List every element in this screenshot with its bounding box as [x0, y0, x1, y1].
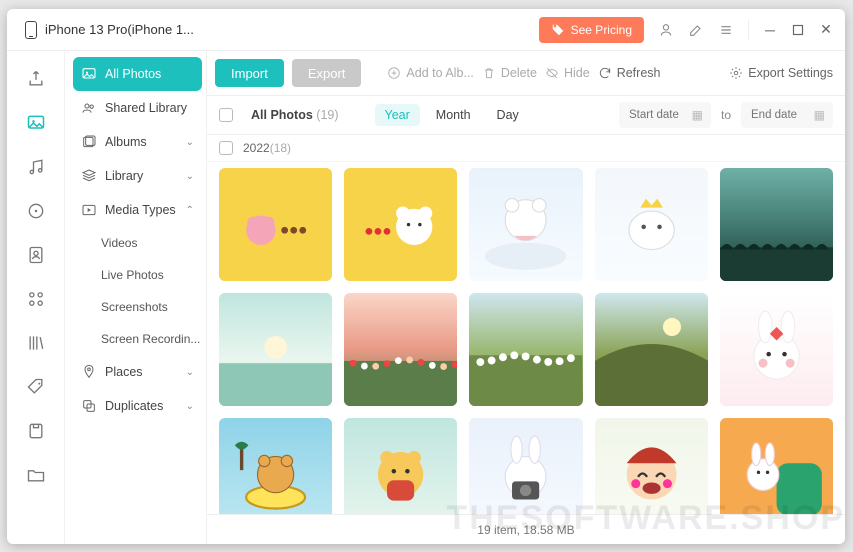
group-checkbox[interactable]	[219, 141, 233, 155]
thumbnail[interactable]	[595, 293, 708, 406]
books-icon[interactable]	[26, 333, 46, 353]
media-sub-item[interactable]: Videos	[73, 227, 202, 259]
sidebar-label: Albums	[105, 135, 147, 149]
device-icon	[25, 21, 37, 39]
thumbnail[interactable]	[219, 418, 332, 514]
group-count: (18)	[270, 141, 291, 155]
hide-button[interactable]: Hide	[545, 66, 590, 80]
chevron-down-icon: ⌄	[186, 367, 194, 378]
pin-icon	[81, 364, 97, 380]
layers-icon	[81, 168, 97, 184]
thumbnail[interactable]	[595, 418, 708, 514]
sidebar-media-types[interactable]: Media Types ⌃	[73, 193, 202, 227]
thumbnail[interactable]	[344, 418, 457, 514]
media-sub-item[interactable]: Screenshots	[73, 291, 202, 323]
chevron-up-icon: ⌃	[186, 205, 194, 216]
thumbnail[interactable]	[469, 293, 582, 406]
filter-title: All Photos	[251, 108, 313, 122]
media-sub-item[interactable]: Screen Recordin...	[73, 323, 202, 355]
close-button[interactable]: ✕	[819, 24, 833, 36]
import-button[interactable]: Import	[215, 59, 284, 87]
thumbnail[interactable]	[469, 418, 582, 514]
export-button[interactable]: Export	[292, 59, 362, 87]
segment-day[interactable]: Day	[487, 104, 529, 126]
menu-icon[interactable]	[718, 22, 734, 38]
filter-bar: All Photos (19) Year Month Day ▦ to ▦	[207, 96, 845, 135]
sidebar-places[interactable]: Places ⌄	[73, 355, 202, 389]
edit-icon[interactable]	[688, 22, 704, 38]
photo-icon	[81, 66, 97, 82]
box-icon[interactable]	[26, 421, 46, 441]
thumbnail[interactable]	[219, 168, 332, 281]
sidebar-label: Shared Library	[105, 101, 187, 115]
left-rail	[7, 51, 65, 544]
people-icon	[81, 100, 97, 116]
maximize-button[interactable]	[791, 24, 805, 36]
segment-year[interactable]: Year	[375, 104, 420, 126]
sidebar-library[interactable]: Library ⌄	[73, 159, 202, 193]
media-icon	[81, 202, 97, 218]
sidebar-duplicates[interactable]: Duplicates ⌄	[73, 389, 202, 423]
calendar-icon: ▦	[692, 108, 703, 122]
thumbnail[interactable]	[344, 293, 457, 406]
media-sub-item[interactable]: Live Photos	[73, 259, 202, 291]
thumbnail[interactable]	[720, 293, 833, 406]
to-label: to	[721, 108, 731, 122]
minimize-button[interactable]: ─	[763, 24, 777, 36]
see-pricing-button[interactable]: See Pricing	[539, 17, 644, 43]
pricing-label: See Pricing	[571, 23, 632, 37]
disc-icon[interactable]	[26, 201, 46, 221]
music-icon[interactable]	[26, 157, 46, 177]
sidebar-label: Places	[105, 365, 143, 379]
thumbnail[interactable]	[469, 168, 582, 281]
export-settings-button[interactable]: Export Settings	[729, 66, 833, 80]
sidebar-label: Duplicates	[105, 399, 163, 413]
photos-icon[interactable]	[26, 113, 46, 133]
duplicate-icon	[81, 398, 97, 414]
toolbar: Import Export Add to Alb... Delete Hide …	[207, 51, 845, 96]
sidebar-albums[interactable]: Albums ⌄	[73, 125, 202, 159]
sidebar: All Photos Shared Library Albums ⌄ Libra…	[65, 51, 207, 544]
sidebar-shared-library[interactable]: Shared Library	[73, 91, 202, 125]
filter-count: (19)	[316, 108, 338, 122]
user-icon[interactable]	[658, 22, 674, 38]
sidebar-label: All Photos	[105, 67, 161, 81]
select-all-checkbox[interactable]	[219, 108, 233, 122]
thumbnail[interactable]	[595, 168, 708, 281]
sidebar-label: Media Types	[105, 203, 176, 217]
main-pane: Import Export Add to Alb... Delete Hide …	[207, 51, 845, 544]
chevron-down-icon: ⌄	[186, 137, 194, 148]
time-segment: Year Month Day	[375, 104, 529, 126]
thumbnail[interactable]	[344, 168, 457, 281]
calendar-icon: ▦	[814, 108, 825, 122]
thumbnail[interactable]	[720, 168, 833, 281]
delete-button[interactable]: Delete	[482, 66, 537, 80]
thumbnail-grid	[207, 162, 845, 514]
sidebar-label: Library	[105, 169, 143, 183]
group-year: 2022	[243, 141, 270, 155]
folder-icon[interactable]	[26, 465, 46, 485]
refresh-button[interactable]: Refresh	[598, 66, 661, 80]
apps-icon[interactable]	[26, 289, 46, 309]
export-icon[interactable]	[26, 69, 46, 89]
tag-icon	[551, 23, 565, 37]
titlebar: iPhone 13 Pro(iPhone 1... See Pricing ─ …	[7, 9, 845, 51]
year-group-header[interactable]: 2022(18)	[207, 135, 845, 162]
device-name: iPhone 13 Pro(iPhone 1...	[45, 22, 194, 37]
album-icon	[81, 134, 97, 150]
contacts-icon[interactable]	[26, 245, 46, 265]
tags-icon[interactable]	[26, 377, 46, 397]
chevron-down-icon: ⌄	[186, 401, 194, 412]
status-bar: 19 item, 18.58 MB	[207, 514, 845, 544]
segment-month[interactable]: Month	[426, 104, 481, 126]
thumbnail[interactable]	[720, 418, 833, 514]
thumbnail[interactable]	[219, 293, 332, 406]
add-to-album-button[interactable]: Add to Alb...	[387, 66, 473, 80]
sidebar-all-photos[interactable]: All Photos	[73, 57, 202, 91]
chevron-down-icon: ⌄	[186, 171, 194, 182]
